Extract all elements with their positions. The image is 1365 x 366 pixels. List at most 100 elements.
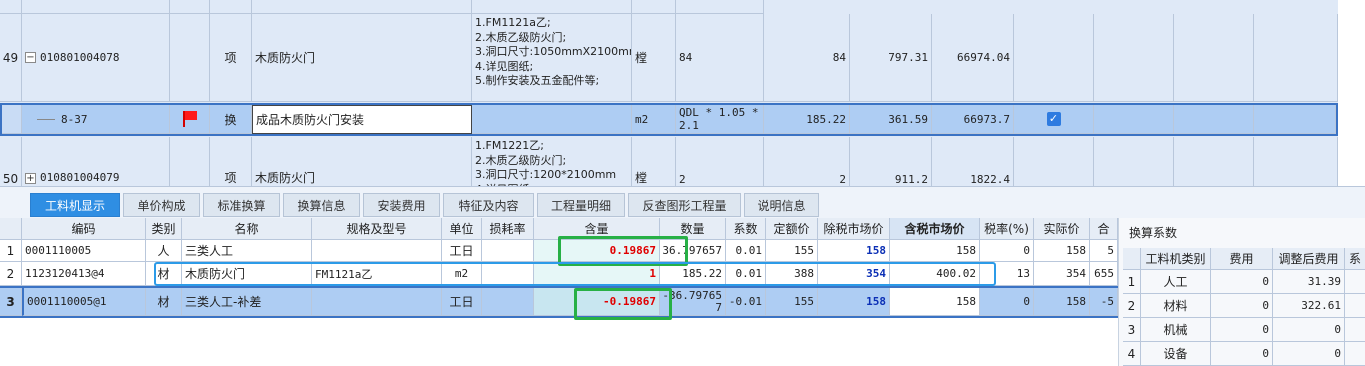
side-fee[interactable]: 0 xyxy=(1211,270,1273,294)
tab-reverse-lookup[interactable]: 反查图形工程量 xyxy=(628,193,741,217)
side-coef[interactable] xyxy=(1345,270,1365,294)
side-fee[interactable]: 0 xyxy=(1211,294,1273,318)
name-cell[interactable]: 木质防火门 xyxy=(252,137,472,186)
side-coef[interactable] xyxy=(1345,294,1365,318)
side-adjusted[interactable]: 0 xyxy=(1273,318,1345,342)
row-index: 2 xyxy=(0,262,22,286)
tab-material-display[interactable]: 工料机显示 xyxy=(30,193,120,217)
feature-desc[interactable]: 1.FM1121a乙; 2.木质乙级防火门; 3.洞口尺寸:1050mmX210… xyxy=(472,14,632,102)
side-coef[interactable] xyxy=(1345,342,1365,366)
empty-cell xyxy=(1254,14,1338,102)
expr-cell[interactable]: 84 xyxy=(676,14,764,102)
expr-cell[interactable]: 2 xyxy=(676,137,764,186)
col-header-total[interactable]: 合 xyxy=(1090,218,1118,240)
coef-value[interactable]: -0.01 xyxy=(726,288,766,316)
side-fee[interactable]: 0 xyxy=(1211,342,1273,366)
name-input[interactable]: 成品木质防火门安装 xyxy=(252,105,472,134)
col-header-spec[interactable]: 规格及型号 xyxy=(312,218,442,240)
tab-notes[interactable]: 说明信息 xyxy=(744,193,819,217)
side-category[interactable]: 机械 xyxy=(1141,318,1211,342)
loss-rate[interactable] xyxy=(482,288,534,316)
tax-rate[interactable]: 0 xyxy=(980,288,1034,316)
taxed-price[interactable]: 158 xyxy=(890,240,980,262)
side-category[interactable]: 设备 xyxy=(1141,342,1211,366)
qty-cell: 2 xyxy=(764,137,850,186)
tab-quantity-details[interactable]: 工程量明细 xyxy=(537,193,625,217)
taxed-price[interactable]: 158 xyxy=(890,288,980,316)
side-col-fee[interactable]: 费用 xyxy=(1211,248,1273,270)
side-col-category[interactable]: 工料机类别 xyxy=(1141,248,1211,270)
material-spec[interactable] xyxy=(312,240,442,262)
feature-desc[interactable] xyxy=(472,105,632,134)
side-coef[interactable] xyxy=(1345,318,1365,342)
grid-line xyxy=(632,0,676,14)
actual-price[interactable]: 354 xyxy=(1034,262,1090,286)
total-value[interactable]: 655 xyxy=(1090,262,1118,286)
side-adjusted[interactable]: 322.61 xyxy=(1273,294,1345,318)
expr-cell[interactable]: QDL * 1.05 * 2.1 xyxy=(676,105,764,134)
material-code[interactable]: 0001110005 xyxy=(22,240,146,262)
actual-price[interactable]: 158 xyxy=(1034,288,1090,316)
side-adjusted[interactable]: 0 xyxy=(1273,342,1345,366)
name-cell[interactable]: 木质防火门 xyxy=(252,14,472,102)
code-cell[interactable]: 8-37 xyxy=(22,105,170,134)
tab-standard-conversion[interactable]: 标准换算 xyxy=(203,193,280,217)
material-code[interactable]: 1123120413@4 xyxy=(22,262,146,286)
red-flag-icon[interactable] xyxy=(182,111,197,127)
feature-desc[interactable]: 1.FM1221乙; 2.木质乙级防火门; 3.洞口尺寸:1200*2100mm… xyxy=(472,137,632,186)
checkbox-cell[interactable]: ✓ xyxy=(1014,105,1094,134)
col-header-loss[interactable]: 损耗率 xyxy=(482,218,534,240)
expand-icon[interactable]: + xyxy=(25,173,36,184)
col-header-name[interactable]: 名称 xyxy=(182,218,312,240)
pretax-price[interactable]: 158 xyxy=(818,240,890,262)
col-header-category[interactable]: 类别 xyxy=(146,218,182,240)
col-header-quota-price[interactable]: 定额价 xyxy=(766,218,818,240)
collapse-icon[interactable]: − xyxy=(25,52,36,63)
material-unit[interactable]: 工日 xyxy=(442,240,482,262)
quota-price[interactable]: 155 xyxy=(766,288,818,316)
side-fee[interactable]: 0 xyxy=(1211,318,1273,342)
col-header-actual-price[interactable]: 实际价 xyxy=(1034,218,1090,240)
total-value[interactable]: 5 xyxy=(1090,240,1118,262)
coef-value[interactable]: 0.01 xyxy=(726,240,766,262)
total-value[interactable]: -5 xyxy=(1090,288,1118,316)
item-code: 010801004078 xyxy=(40,51,120,64)
total-cell: 66973.7 xyxy=(932,105,1014,134)
col-header-unit[interactable]: 单位 xyxy=(442,218,482,240)
table-row[interactable]: 49 − 010801004078 项 木质防火门 1.FM1121a乙; 2.… xyxy=(0,14,1338,102)
col-header-taxed-price[interactable]: 含税市场价 xyxy=(890,218,980,240)
pretax-price[interactable]: 158 xyxy=(818,288,890,316)
code-cell[interactable]: + 010801004079 xyxy=(22,137,170,186)
col-header-code[interactable]: 编码 xyxy=(22,218,146,240)
selected-row[interactable]: 8-37 换 成品木质防火门安装 m2 QDL * 1.05 * 2.1 185… xyxy=(0,103,1338,136)
actual-price[interactable]: 158 xyxy=(1034,240,1090,262)
material-name[interactable]: 三类人工-补差 xyxy=(182,288,312,316)
material-category[interactable]: 材 xyxy=(146,288,182,316)
side-adjusted[interactable]: 31.39 xyxy=(1273,270,1345,294)
code-cell[interactable]: − 010801004078 xyxy=(22,14,170,102)
side-col-coef[interactable]: 系 xyxy=(1345,248,1365,270)
flag-cell[interactable] xyxy=(170,105,210,134)
quota-price[interactable]: 155 xyxy=(766,240,818,262)
grid-line xyxy=(22,0,170,14)
col-header-tax-rate[interactable]: 税率(%) xyxy=(980,218,1034,240)
tab-features[interactable]: 特征及内容 xyxy=(443,193,534,217)
empty-cell xyxy=(1174,105,1254,134)
tax-rate[interactable]: 0 xyxy=(980,240,1034,262)
tab-install-fee[interactable]: 安装费用 xyxy=(363,193,440,217)
material-code[interactable]: 0001110005@1 xyxy=(22,288,146,316)
side-category[interactable]: 材料 xyxy=(1141,294,1211,318)
checkbox-checked-icon[interactable]: ✓ xyxy=(1046,112,1061,126)
table-row[interactable]: 50 + 010801004079 项 木质防火门 1.FM1221乙; 2.木… xyxy=(0,137,1338,186)
tab-conversion-info[interactable]: 换算信息 xyxy=(283,193,360,217)
material-unit[interactable]: 工日 xyxy=(442,288,482,316)
side-col-adjusted[interactable]: 调整后费用 xyxy=(1273,248,1345,270)
col-header-coef[interactable]: 系数 xyxy=(726,218,766,240)
tab-unit-price[interactable]: 单价构成 xyxy=(123,193,200,217)
loss-rate[interactable] xyxy=(482,240,534,262)
material-spec[interactable] xyxy=(312,288,442,316)
col-header-pretax-price[interactable]: 除税市场价 xyxy=(818,218,890,240)
material-category[interactable]: 人 xyxy=(146,240,182,262)
side-category[interactable]: 人工 xyxy=(1141,270,1211,294)
material-name[interactable]: 三类人工 xyxy=(182,240,312,262)
